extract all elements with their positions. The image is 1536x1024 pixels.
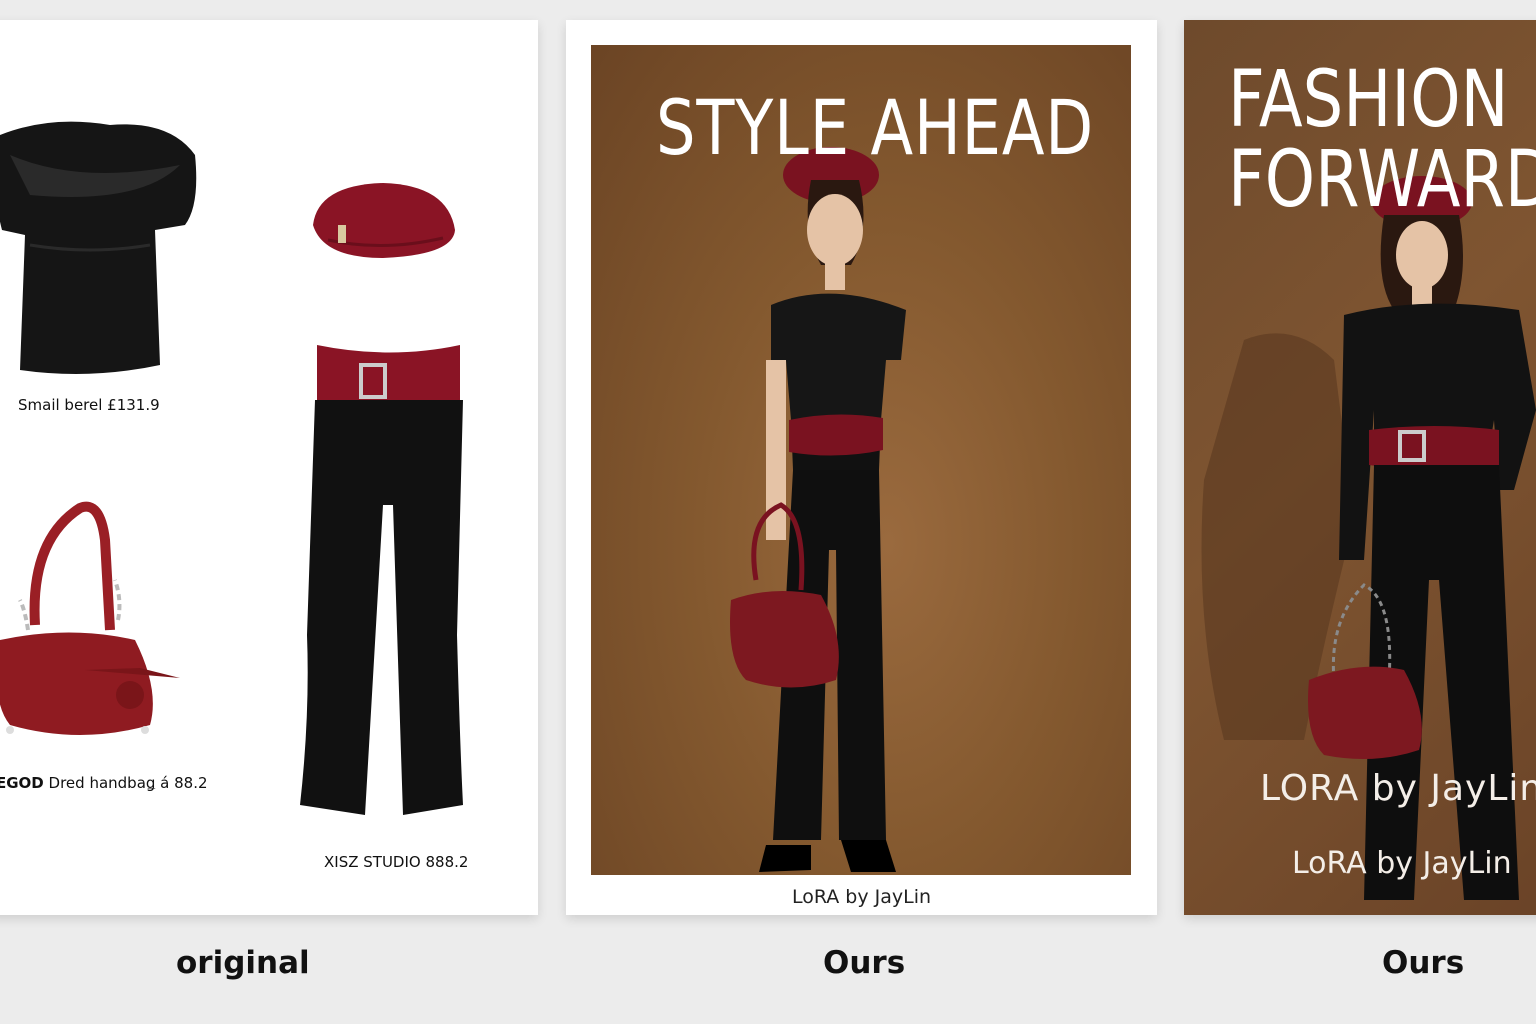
generated-poster-2: FASHION FORWARD LORA by JayLin LoRA by J… bbox=[1184, 20, 1536, 915]
poster-title: STYLE AHEAD bbox=[656, 83, 1095, 172]
trousers-label: XISZ STUDIO 888.2 bbox=[324, 853, 469, 871]
generated-poster-1: STYLE AHEAD LoRA by JayLin bbox=[566, 20, 1157, 915]
poster-photo: STYLE AHEAD bbox=[591, 45, 1131, 875]
poster-title-line-1: FASHION bbox=[1228, 55, 1509, 145]
red-handbag-image bbox=[0, 501, 180, 735]
red-beret-image bbox=[313, 183, 455, 258]
caption-original: original bbox=[176, 945, 310, 981]
original-panel: Smail berel £131.9 EGOD Dred handbaǥ á 8… bbox=[0, 20, 538, 915]
poster-credit-small: LoRA by JayLin bbox=[1292, 846, 1512, 881]
top-label: Smail berel £131.9 bbox=[18, 396, 160, 414]
black-trousers-image bbox=[300, 345, 463, 815]
poster-title-line-2: FORWARD bbox=[1228, 135, 1536, 225]
caption-ours-2: Ours bbox=[1382, 945, 1465, 981]
black-top-image bbox=[0, 121, 197, 374]
poster-title: FASHION FORWARD bbox=[1228, 60, 1536, 220]
caption-ours-1: Ours bbox=[823, 945, 906, 981]
model-figure bbox=[730, 147, 906, 872]
poster-credit: LoRA by JayLin bbox=[791, 886, 932, 908]
handbag-brand: EGOD bbox=[0, 774, 44, 792]
handbag-label: EGOD Dred handbaǥ á 88.2 bbox=[0, 774, 208, 792]
poster-credit-large: LORA by JayLin bbox=[1260, 768, 1536, 809]
handbag-name: Dred handbaǥ á 88.2 bbox=[48, 774, 208, 792]
